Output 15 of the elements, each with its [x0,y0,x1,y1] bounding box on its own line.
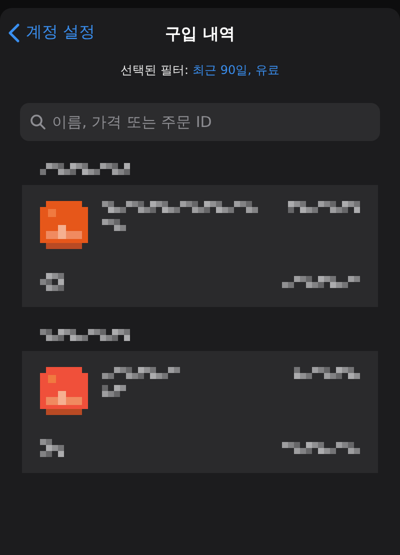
redacted-label [40,273,64,291]
chevron-left-icon [8,22,20,42]
purchase-card[interactable] [22,185,378,307]
purchase-card[interactable] [22,351,378,473]
redacted-text [102,385,126,397]
filter-label: 선택된 필터: [120,62,189,79]
filter-link[interactable]: 최근 90일, 유료 [192,62,280,79]
search-icon [30,114,46,130]
page-title: 구입 내역 [165,24,235,44]
redacted-label [40,439,64,457]
redacted-text [102,219,126,231]
back-button[interactable]: 계정 설정 [8,22,96,43]
redacted-text [288,201,360,213]
redacted-text [294,367,360,379]
search-field[interactable]: 이름, 가격 또는 주문 ID [20,103,380,141]
